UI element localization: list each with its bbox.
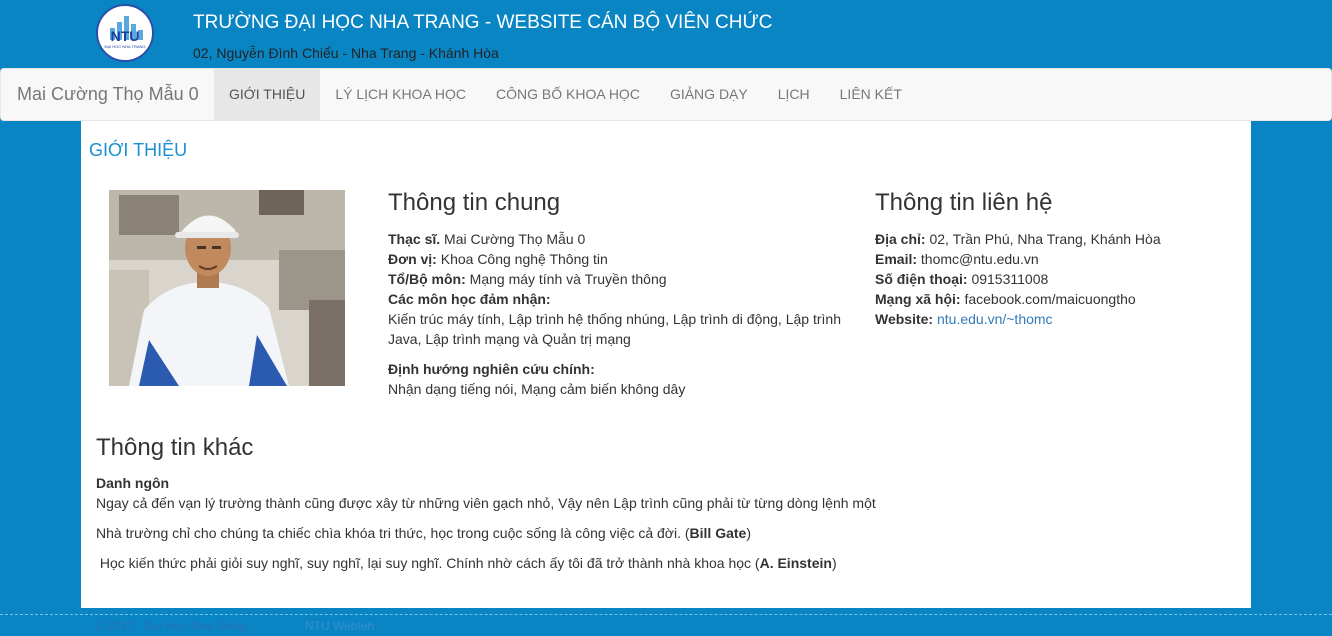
other-info-heading: Thông tin khác [96,434,254,461]
university-logo[interactable]: NTU ĐẠI HỌC NHA TRANG [96,4,154,62]
research-value: Nhận dạng tiếng nói, Mạng cảm biến không… [388,381,686,397]
nav-item-giang-day[interactable]: GIẢNG DẠY [655,69,763,120]
social-label: Mạng xã hội: [875,291,961,307]
nav-item-lich[interactable]: LỊCH [763,69,825,120]
courses-value: Kiến trúc máy tính, Lập trình hệ thống n… [388,311,841,347]
main-content: GIỚI THIỆU Thông tin chung Thạc sĩ. Mai … [81,121,1251,608]
nav-item-gioi-thieu[interactable]: GIỚI THIỆU [214,69,321,120]
quote-2-close: ) [746,525,751,541]
nav-item-ly-lich-khoa-hoc[interactable]: LÝ LỊCH KHOA HỌC [320,69,481,120]
website-label: Website: [875,311,934,327]
other-info: Thông tin khác Danh ngôn Ngay cả đến vạn… [96,433,1236,583]
address-value: 02, Trần Phú, Nha Trang, Khánh Hòa [929,231,1161,247]
unit-label: Đơn vị: [388,251,437,267]
site-header: NTU ĐẠI HỌC NHA TRANG TRƯỜNG ĐẠI HỌC NHA… [0,0,1332,68]
email-label: Email: [875,251,918,267]
profile-photo [109,190,345,386]
nav-menu: GIỚI THIỆU LÝ LỊCH KHOA HỌC CÔNG BỐ KHOA… [214,69,917,120]
footer-secondary[interactable]: NTU Webteh [305,619,374,633]
footer-divider [0,614,1332,615]
logo-text: NTU [110,28,140,44]
quote-2: Nhà trường chỉ cho chúng ta chiếc chìa k… [96,523,1236,543]
address-label: Địa chỉ: [875,231,926,247]
quote-3-author: A. Einstein [759,555,832,571]
general-info: Thông tin chung Thạc sĩ. Mai Cường Thọ M… [388,188,848,399]
contact-info-heading: Thông tin liên hệ [875,189,1053,216]
site-title: TRƯỜNG ĐẠI HỌC NHA TRANG - WEBSITE CÁN B… [193,12,773,33]
footer-copyright: © 2017 - Đại Học Nha Trang [95,619,247,633]
section-title: GIỚI THIỆU [89,140,188,160]
quote-1: Ngay cả đến vạn lý trường thành cũng đượ… [96,495,876,511]
email-value: thomc@ntu.edu.vn [920,251,1039,267]
navbar-brand[interactable]: Mai Cường Thọ Mẫu 0 [17,84,199,105]
unit-value: Khoa Công nghệ Thông tin [440,251,608,267]
general-info-heading: Thông tin chung [388,189,561,216]
quote-2-author: Bill Gate [689,525,747,541]
site-address: 02, Nguyễn Đình Chiểu - Nha Trang - Khán… [193,45,499,61]
quotes-label: Danh ngôn [96,475,170,491]
social-value: facebook.com/maicuongtho [964,291,1136,307]
dept-label: Tổ/Bộ môn: [388,271,466,287]
courses-label: Các môn học đảm nhận: [388,291,551,307]
quote-2-text: Nhà trường chỉ cho chúng ta chiếc chìa k… [96,525,690,541]
quote-3-text: Học kiến thức phải giỏi suy nghĩ, suy ng… [96,555,760,571]
research-label: Định hướng nghiên cứu chính: [388,361,595,377]
phone-value: 0915311008 [971,271,1049,287]
website-link[interactable]: ntu.edu.vn/~thomc [937,311,1053,327]
phone-label: Số điện thoại: [875,271,968,287]
navbar: Mai Cường Thọ Mẫu 0 GIỚI THIỆU LÝ LỊCH K… [0,68,1332,121]
quote-3-close: ) [831,555,837,571]
nav-item-lien-ket[interactable]: LIÊN KẾT [825,69,917,120]
degree-value: Mai Cường Thọ Mẫu 0 [444,231,586,247]
nav-item-cong-bo-khoa-hoc[interactable]: CÔNG BỐ KHOA HỌC [481,69,655,120]
dept-value: Mạng máy tính và Truyền thông [469,271,667,287]
quote-3: Học kiến thức phải giỏi suy nghĩ, suy ng… [96,553,1236,573]
degree-label: Thạc sĩ. [388,231,441,247]
contact-info: Thông tin liên hệ Địa chỉ: 02, Trần Phú,… [875,188,1215,329]
logo-subtext: ĐẠI HỌC NHA TRANG [104,44,146,49]
